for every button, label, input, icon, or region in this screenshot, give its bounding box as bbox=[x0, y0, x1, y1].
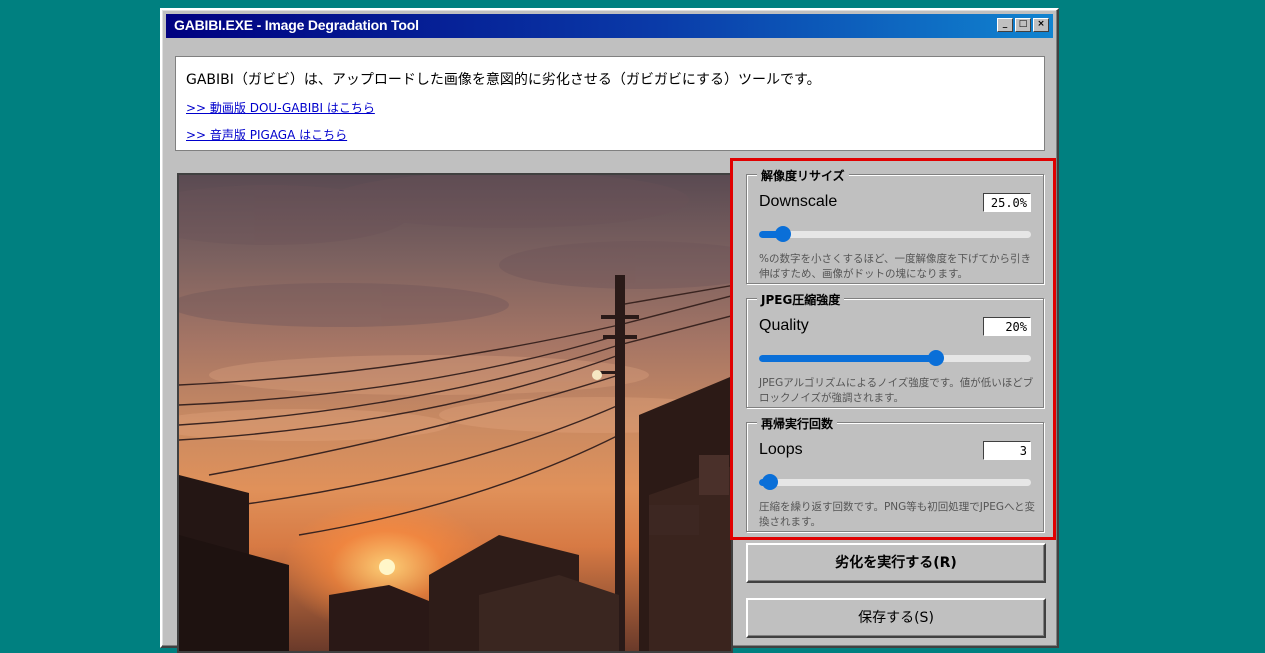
window-title: GABIBI.EXE - Image Degradation Tool bbox=[174, 17, 419, 33]
quality-slider[interactable] bbox=[759, 350, 1031, 366]
image-preview bbox=[177, 173, 733, 653]
quality-value-input[interactable]: 20% bbox=[983, 317, 1031, 336]
window-controls: _ □ × bbox=[997, 18, 1049, 32]
slider-track bbox=[759, 479, 1031, 486]
save-button[interactable]: 保存する(S) bbox=[746, 598, 1046, 638]
loops-legend: 再帰実行回数 bbox=[757, 415, 838, 432]
sunset-photo bbox=[179, 175, 731, 651]
downscale-group: 解像度リサイズ Downscale 25.0% %の数字を小さくするほど、一度解… bbox=[746, 167, 1044, 284]
loops-value-input[interactable]: 3 bbox=[983, 441, 1031, 460]
downscale-slider[interactable] bbox=[759, 226, 1031, 242]
quality-label: Quality bbox=[759, 317, 809, 334]
loops-help-text: 圧縮を繰り返す回数です。PNG等も初回処理でJPEGへと変換されます。 bbox=[759, 501, 1035, 528]
loops-slider[interactable] bbox=[759, 474, 1031, 490]
execute-button[interactable]: 劣化を実行する(R) bbox=[746, 543, 1046, 583]
video-version-link[interactable]: >> 動画版 DOU-GABIBI はこちら bbox=[186, 99, 1034, 116]
slider-track bbox=[759, 231, 1031, 238]
close-button[interactable]: × bbox=[1033, 18, 1049, 32]
title-bar[interactable]: GABIBI.EXE - Image Degradation Tool _ □ … bbox=[166, 14, 1053, 38]
slider-thumb[interactable] bbox=[775, 226, 792, 242]
slider-thumb[interactable] bbox=[761, 474, 778, 490]
settings-panel: 解像度リサイズ Downscale 25.0% %の数字を小さくするほど、一度解… bbox=[730, 158, 1056, 540]
downscale-value-input[interactable]: 25.0% bbox=[983, 193, 1031, 212]
slider-thumb[interactable] bbox=[927, 350, 944, 366]
quality-legend: JPEG圧縮強度 bbox=[757, 291, 845, 308]
downscale-legend: 解像度リサイズ bbox=[757, 167, 849, 184]
intro-panel: GABIBI（ガビビ）は、アップロードした画像を意図的に劣化させる（ガビガビにす… bbox=[175, 56, 1045, 151]
downscale-label: Downscale bbox=[759, 193, 838, 210]
audio-version-link[interactable]: >> 音声版 PIGAGA はこちら bbox=[186, 126, 1034, 143]
downscale-help-text: %の数字を小さくするほど、一度解像度を下げてから引き伸ばすため、画像がドットの塊… bbox=[759, 253, 1031, 280]
quality-group: JPEG圧縮強度 Quality 20% JPEGアルゴリズムによるノイズ強度で… bbox=[746, 291, 1044, 408]
maximize-button[interactable]: □ bbox=[1015, 18, 1031, 32]
quality-help-text: JPEGアルゴリズムによるノイズ強度です。値が低いほどブロックノイズが強調されま… bbox=[759, 377, 1034, 404]
slider-fill bbox=[759, 355, 936, 362]
intro-description: GABIBI（ガビビ）は、アップロードした画像を意図的に劣化させる（ガビガビにす… bbox=[186, 72, 821, 88]
loops-group: 再帰実行回数 Loops 3 圧縮を繰り返す回数です。PNG等も初回処理でJPE… bbox=[746, 415, 1044, 532]
minimize-button[interactable]: _ bbox=[997, 18, 1013, 32]
app-window: GABIBI.EXE - Image Degradation Tool _ □ … bbox=[160, 8, 1059, 653]
loops-label: Loops bbox=[759, 441, 803, 458]
